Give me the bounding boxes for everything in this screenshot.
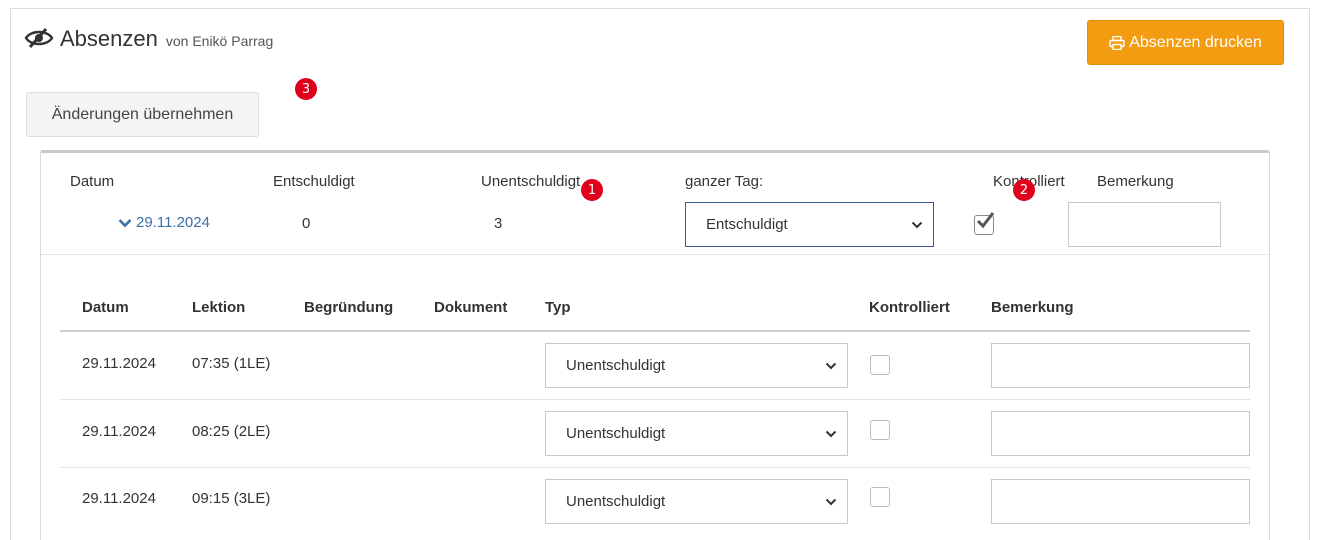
table-header-kontrolliert: Kontrolliert	[869, 299, 950, 316]
ganzer-tag-select[interactable]: Entschuldigt	[685, 202, 934, 247]
table-header-dokument: Dokument	[434, 299, 508, 316]
badge-1: 1	[581, 179, 603, 201]
chevron-down-icon	[911, 221, 923, 228]
row-3-lektion: 09:15 (3LE)	[192, 490, 271, 507]
apply-changes-button[interactable]: Änderungen übernehmen	[26, 92, 259, 137]
summary-header-bemerkung: Bemerkung	[1097, 173, 1174, 190]
row-2-typ-select[interactable]: Unentschuldigt	[545, 411, 848, 456]
summary-header-ganzer-tag: ganzer Tag:	[685, 173, 764, 190]
print-absences-label: Absenzen drucken	[1129, 33, 1262, 51]
page-title: Absenzen	[60, 26, 158, 51]
summary-unentschuldigt-value: 3	[494, 215, 503, 232]
row-2-lektion: 08:25 (2LE)	[192, 423, 271, 440]
chevron-down-icon	[825, 362, 837, 369]
summary-header-unentschuldigt: Unentschuldigt	[481, 173, 581, 190]
print-absences-button[interactable]: Absenzen drucken	[1087, 20, 1284, 65]
row-3-kontrolliert-checkbox[interactable]	[870, 487, 890, 507]
summary-date-toggle[interactable]: 29.11.2024	[118, 214, 210, 231]
row-1-lektion: 07:35 (1LE)	[192, 355, 271, 372]
chevron-down-icon	[825, 498, 837, 505]
box-divider	[41, 254, 1269, 255]
printer-icon	[1109, 35, 1125, 50]
table-header-divider	[60, 330, 1250, 332]
ganzer-tag-select-value: Entschuldigt	[706, 216, 788, 233]
eye-slash-icon	[24, 28, 54, 48]
row-2-bemerkung-input[interactable]	[991, 411, 1250, 456]
chevron-down-icon	[825, 430, 837, 437]
table-header-begruendung: Begründung	[304, 299, 394, 316]
table-header-lektion: Lektion	[192, 299, 246, 316]
row-divider	[60, 399, 1250, 400]
row-1-datum: 29.11.2024	[82, 355, 156, 372]
row-3-typ-select[interactable]: Unentschuldigt	[545, 479, 848, 524]
summary-header-datum: Datum	[70, 173, 115, 190]
summary-kontrolliert-checkbox[interactable]	[974, 212, 995, 235]
summary-bemerkung-input[interactable]	[1068, 202, 1221, 247]
checkmark-icon	[976, 212, 995, 229]
page-subtitle: von Enikö Parrag	[165, 33, 274, 49]
row-1-typ-value: Unentschuldigt	[566, 357, 666, 374]
row-1-bemerkung-input[interactable]	[991, 343, 1250, 388]
table-header-typ: Typ	[545, 299, 571, 316]
row-3-typ-value: Unentschuldigt	[566, 493, 666, 510]
row-1-typ-select[interactable]: Unentschuldigt	[545, 343, 848, 388]
title-row: Absenzen von Enikö Parrag	[24, 26, 273, 52]
row-divider	[60, 467, 1250, 468]
badge-3: 3	[295, 78, 317, 100]
summary-date: 29.11.2024	[136, 214, 210, 231]
summary-header-entschuldigt: Entschuldigt	[273, 173, 355, 190]
row-2-datum: 29.11.2024	[82, 423, 156, 440]
chevron-down-icon	[118, 218, 132, 227]
summary-entschuldigt-value: 0	[302, 215, 311, 232]
row-2-typ-value: Unentschuldigt	[566, 425, 666, 442]
table-header-datum: Datum	[82, 299, 129, 316]
apply-changes-label: Änderungen übernehmen	[51, 105, 234, 123]
row-3-datum: 29.11.2024	[82, 490, 156, 507]
table-header-bemerkung: Bemerkung	[991, 299, 1074, 316]
badge-2: 2	[1013, 179, 1035, 201]
row-3-bemerkung-input[interactable]	[991, 479, 1250, 524]
row-1-kontrolliert-checkbox[interactable]	[870, 355, 890, 375]
row-2-kontrolliert-checkbox[interactable]	[870, 420, 890, 440]
